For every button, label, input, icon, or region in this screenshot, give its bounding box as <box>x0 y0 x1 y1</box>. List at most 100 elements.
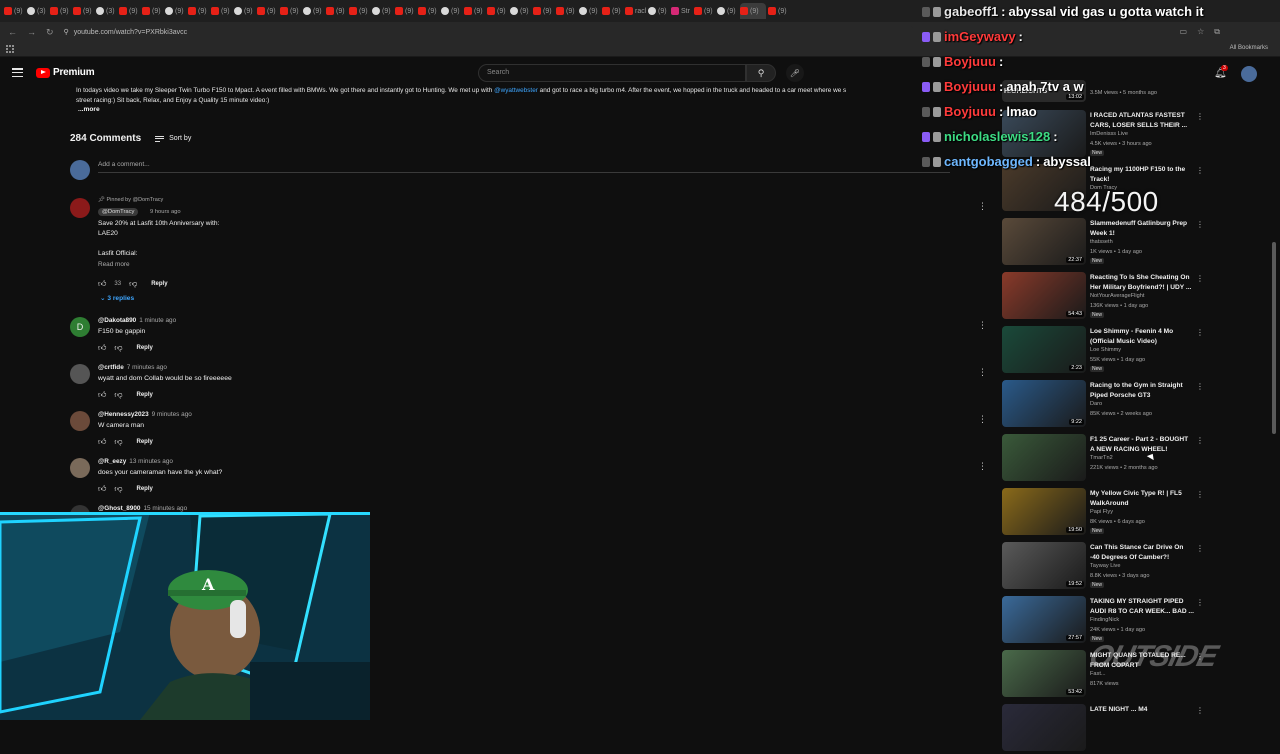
read-more-link[interactable]: Read more <box>98 261 130 268</box>
browser-tab[interactable]: (9) <box>602 3 623 19</box>
browser-tab[interactable]: (9) <box>768 3 789 19</box>
browser-tab[interactable]: racl <box>625 3 646 19</box>
video-thumbnail[interactable]: 27:57 <box>1002 596 1086 643</box>
page-scrollbar[interactable] <box>1272 242 1276 434</box>
comment-time[interactable]: 15 minutes ago <box>143 505 187 512</box>
related-video[interactable]: 19:52 Can This Stance Car Drive On -40 De… <box>1002 542 1212 592</box>
star-icon[interactable]: ☆ <box>1197 27 1204 37</box>
dislike-icon[interactable]: 👎︎ <box>114 343 122 353</box>
related-video[interactable]: F1 25 Career - Part 2 - BOUGHT A NEW RAC… <box>1002 434 1212 484</box>
more-actions-icon[interactable]: ⋮ <box>1196 382 1204 391</box>
browser-tab[interactable]: (9) <box>326 3 347 19</box>
back-icon[interactable]: ← <box>8 27 17 37</box>
browser-tab[interactable]: (9) <box>234 3 255 19</box>
browser-tab[interactable]: (9) <box>165 3 186 19</box>
browser-tab[interactable]: (9) <box>487 3 508 19</box>
browser-tab[interactable]: (9) <box>303 3 324 19</box>
search-button[interactable]: ⚲ <box>746 64 776 82</box>
browser-tab[interactable]: (9) <box>533 3 554 19</box>
video-title[interactable]: Slammedenuff Gatlinburg Prep Week 1! <box>1090 219 1194 238</box>
video-thumbnail[interactable]: 2:23 <box>1002 326 1086 373</box>
channel-name[interactable]: ImDenisss Live <box>1090 131 1128 137</box>
comment-author[interactable]: @R_eezy 13 minutes ago <box>98 458 173 465</box>
browser-tab[interactable]: (9) <box>349 3 370 19</box>
channel-name[interactable]: thatsseth <box>1090 239 1113 245</box>
description-more-link[interactable]: ...more <box>78 106 100 113</box>
more-actions-icon[interactable]: ⋮ <box>978 320 987 331</box>
related-video[interactable]: 19:50 My Yellow Civic Type R! | FL5 WalkA… <box>1002 488 1212 538</box>
more-actions-icon[interactable]: ⋮ <box>1196 544 1204 553</box>
more-actions-icon[interactable]: ⋮ <box>1196 706 1204 715</box>
sort-button[interactable]: Sort by <box>155 135 191 142</box>
like-icon[interactable]: 👍︎ <box>98 390 106 400</box>
youtube-logo[interactable]: Premium <box>36 67 95 78</box>
browser-tab[interactable]: (9) <box>142 3 163 19</box>
comment-avatar[interactable]: D <box>70 317 90 337</box>
extensions-icon[interactable]: ⧉ <box>1214 27 1220 37</box>
browser-tab[interactable]: (9) <box>73 3 94 19</box>
video-thumbnail[interactable]: 54:43 <box>1002 272 1086 319</box>
like-icon[interactable]: 👍︎ <box>98 437 106 447</box>
reply-button[interactable]: Reply <box>137 439 153 445</box>
more-actions-icon[interactable]: ⋮ <box>1196 220 1204 229</box>
comment-time[interactable]: 7 minutes ago <box>127 364 167 371</box>
more-actions-icon[interactable]: ⋮ <box>1196 112 1204 121</box>
comment-author[interactable]: @Hennessy2023 9 minutes ago <box>98 411 192 418</box>
comment-time[interactable]: 9 hours ago <box>150 209 181 215</box>
reload-icon[interactable]: ↻ <box>46 27 54 38</box>
add-comment-placeholder[interactable]: Add a comment... <box>98 161 150 168</box>
video-title[interactable]: Racing my 1100HP F150 to the Track! <box>1090 165 1194 184</box>
browser-tab[interactable]: (9) <box>556 3 577 19</box>
more-actions-icon[interactable]: ⋮ <box>978 201 987 212</box>
voice-search-button[interactable]: 🎤︎ <box>786 64 804 82</box>
related-video[interactable]: 54:43 Reacting To Is She Cheating On Her … <box>1002 272 1212 322</box>
video-thumbnail[interactable]: 22:37 <box>1002 218 1086 265</box>
browser-tab[interactable]: (9) <box>280 3 301 19</box>
related-video[interactable]: 22:37 Slammedenuff Gatlinburg Prep Week 1… <box>1002 218 1212 268</box>
channel-name[interactable]: Loe Shimmy <box>1090 347 1121 353</box>
video-thumbnail[interactable] <box>1002 704 1086 751</box>
browser-tab[interactable]: (9) <box>464 3 485 19</box>
more-actions-icon[interactable]: ⋮ <box>978 461 987 472</box>
comment-avatar[interactable] <box>70 198 90 218</box>
add-comment-box[interactable]: Add a comment... <box>70 158 950 180</box>
browser-tab[interactable]: (9) <box>740 3 766 19</box>
channel-name[interactable]: NotYourAverageFlight <box>1090 293 1144 299</box>
video-thumbnail[interactable]: 9:22 <box>1002 380 1086 427</box>
channel-name[interactable]: Daro <box>1090 401 1102 407</box>
video-title[interactable]: I RACED ATLANTAS FASTEST CARS, LOSER SEL… <box>1090 111 1194 130</box>
video-thumbnail[interactable]: 53:42 <box>1002 650 1086 697</box>
comment-time[interactable]: 9 minutes ago <box>152 411 192 418</box>
video-title[interactable]: Reacting To Is She Cheating On Her Milit… <box>1090 273 1194 292</box>
dislike-icon[interactable]: 👎︎ <box>129 279 137 289</box>
channel-name[interactable]: Tayway Live <box>1090 563 1120 569</box>
related-video[interactable]: LATE NIGHT ... M4 ⋮ <box>1002 704 1212 754</box>
dislike-icon[interactable]: 👎︎ <box>114 437 122 447</box>
comment-author[interactable]: @crtfide 7 minutes ago <box>98 364 167 371</box>
menu-icon[interactable] <box>12 68 23 77</box>
more-actions-icon[interactable]: ⋮ <box>1196 328 1204 337</box>
more-actions-icon[interactable]: ⋮ <box>978 367 987 378</box>
video-title[interactable]: Can This Stance Car Drive On -40 Degrees… <box>1090 543 1194 562</box>
browser-tab[interactable]: (9) <box>188 3 209 19</box>
video-thumbnail[interactable]: 19:50 <box>1002 488 1086 535</box>
url-field[interactable]: ⚲ youtube.com/watch?v=PXRbki3avcc <box>63 25 914 39</box>
browser-tab[interactable]: (9) <box>694 3 715 19</box>
browser-tab[interactable]: (9) <box>211 3 232 19</box>
browser-tab[interactable]: (9) <box>510 3 531 19</box>
browser-tab[interactable]: (9) <box>4 3 25 19</box>
video-title[interactable]: My Yellow Civic Type R! | FL5 WalkAround <box>1090 489 1194 508</box>
browser-tab[interactable]: (9) <box>418 3 439 19</box>
comment-author[interactable]: @Dakota890 1 minute ago <box>98 317 176 324</box>
dislike-icon[interactable]: 👎︎ <box>114 484 122 494</box>
related-video[interactable]: 2:23 Loe Shimmy - Feenin 4 Mo (Official M… <box>1002 326 1212 376</box>
video-thumbnail[interactable] <box>1002 434 1086 481</box>
comment-author[interactable]: @Ghost_8900 15 minutes ago <box>98 505 187 512</box>
apps-icon[interactable] <box>6 45 14 53</box>
dislike-icon[interactable]: 👎︎ <box>114 390 122 400</box>
browser-tab[interactable]: (9) <box>50 3 71 19</box>
more-actions-icon[interactable]: ⋮ <box>1196 166 1204 175</box>
video-title[interactable]: TAKING MY STRAIGHT PIPED AUDI R8 TO CAR … <box>1090 597 1194 616</box>
browser-tab[interactable]: Str <box>671 3 692 19</box>
reply-button[interactable]: Reply <box>137 392 153 398</box>
